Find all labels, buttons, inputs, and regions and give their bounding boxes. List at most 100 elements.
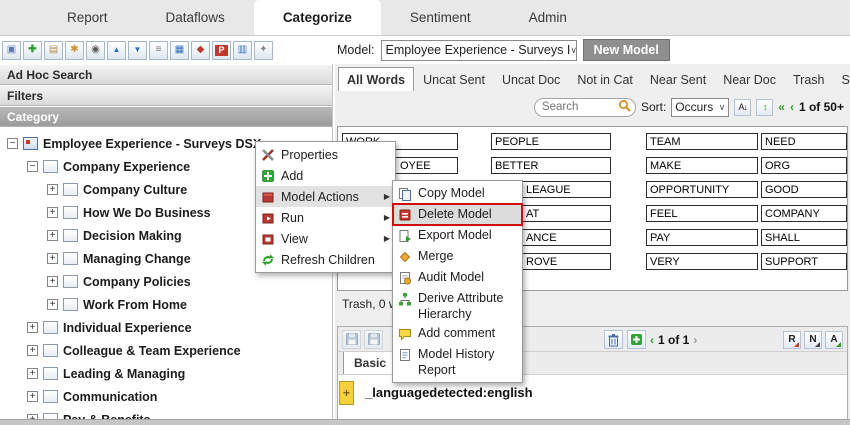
submenu-item-delete-model[interactable]: Delete Model xyxy=(393,204,522,225)
menu-item-view[interactable]: View ▶ xyxy=(256,228,395,249)
nav-tab-sentiment[interactable]: Sentiment xyxy=(381,0,500,35)
menu-item-add[interactable]: Add xyxy=(256,165,395,186)
submenu-item-audit-model[interactable]: Audit Model xyxy=(393,267,522,288)
word-chip[interactable]: GOOD xyxy=(761,181,847,198)
expand-icon[interactable]: + xyxy=(27,391,38,402)
word-chip[interactable]: FEEL xyxy=(646,205,758,222)
pager-first-icon[interactable]: « xyxy=(778,100,785,114)
submenu-item-export-model[interactable]: Export Model xyxy=(393,225,522,246)
nav-tab-categorize[interactable]: Categorize xyxy=(254,0,381,35)
table-icon[interactable] xyxy=(170,41,189,60)
submenu-arrow-icon: ▶ xyxy=(384,234,390,243)
sidebar-section-filters[interactable]: Filters xyxy=(0,85,332,106)
submenu-item-model-history-report[interactable]: Model History Report xyxy=(393,344,522,379)
tab-near-doc[interactable]: Near Doc xyxy=(715,68,784,91)
word-chip[interactable]: PEOPLE xyxy=(491,133,611,150)
nav-tab-report[interactable]: Report xyxy=(38,0,137,35)
word-chip[interactable]: COMPANY xyxy=(761,205,847,222)
search-input[interactable] xyxy=(542,101,616,113)
expand-icon[interactable]: + xyxy=(47,230,58,241)
move-down-icon[interactable] xyxy=(128,41,147,60)
tab-structure[interactable]: Structure xyxy=(833,68,850,91)
trash-icon[interactable] xyxy=(604,330,623,349)
rating-a-button[interactable]: A xyxy=(825,331,843,349)
pdf-icon[interactable] xyxy=(212,41,231,60)
tree-item-leading-managing[interactable]: +Leading & Managing xyxy=(0,362,332,385)
word-chip[interactable]: NEED xyxy=(761,133,847,150)
model-select[interactable]: Employee Experience - Surveys I ∨ xyxy=(381,40,577,61)
menu-item-refresh-children[interactable]: Refresh Children xyxy=(256,249,395,270)
word-chip[interactable]: VERY xyxy=(646,253,758,270)
menu-item-run[interactable]: Run ▶ xyxy=(256,207,395,228)
add-comment-icon xyxy=(397,326,412,341)
collapse-icon[interactable]: − xyxy=(27,161,38,172)
menu-item-properties[interactable]: Properties xyxy=(256,144,395,165)
sidebar-section-ad-hoc-search[interactable]: Ad Hoc Search xyxy=(0,64,332,85)
doc-prev-icon[interactable]: ‹ xyxy=(650,333,654,347)
submenu-item-merge[interactable]: Merge xyxy=(393,246,522,267)
save-all-icon[interactable] xyxy=(364,330,383,349)
collapse-icon[interactable]: − xyxy=(7,138,18,149)
tree-item-individual-experience[interactable]: +Individual Experience xyxy=(0,316,332,339)
tree-item-work-from-home[interactable]: +Work From Home xyxy=(0,293,332,316)
word-chip[interactable]: ORG xyxy=(761,157,847,174)
submenu-item-add-comment[interactable]: Add comment xyxy=(393,323,522,344)
word-chip[interactable]: TEAM xyxy=(646,133,758,150)
word-chip[interactable]: MAKE xyxy=(646,157,758,174)
word-chip[interactable]: SHALL xyxy=(761,229,847,246)
sort-az-icon[interactable]: A↓ xyxy=(734,99,751,116)
view-icon[interactable] xyxy=(86,41,105,60)
expand-icon[interactable]: + xyxy=(27,322,38,333)
hierarchy-icon[interactable] xyxy=(149,41,168,60)
sort-select[interactable]: Occurs ∨ xyxy=(671,98,729,117)
publish-icon[interactable] xyxy=(65,41,84,60)
tab-uncat-doc[interactable]: Uncat Doc xyxy=(494,68,568,91)
new-model-button[interactable]: New Model xyxy=(583,39,670,61)
word-chip[interactable]: SUPPORT xyxy=(761,253,847,270)
sidebar-section-category[interactable]: Category xyxy=(0,106,332,127)
word-chip[interactable]: OPPORTUNITY xyxy=(646,181,758,198)
menu-item-model-actions[interactable]: Model Actions ▶ xyxy=(256,186,395,207)
tab-all-words[interactable]: All Words xyxy=(338,67,414,91)
doc-tab-basic[interactable]: Basic xyxy=(343,351,397,374)
nav-tab-dataflows[interactable]: Dataflows xyxy=(137,0,254,35)
expand-icon[interactable]: + xyxy=(47,184,58,195)
tree-item-communication[interactable]: +Communication xyxy=(0,385,332,408)
add-doc-icon[interactable] xyxy=(627,330,646,349)
search-icon[interactable] xyxy=(618,99,631,115)
tab-near-sent[interactable]: Near Sent xyxy=(642,68,714,91)
pager-prev-icon[interactable]: ‹ xyxy=(790,100,794,114)
expand-icon[interactable]: + xyxy=(47,207,58,218)
settings-icon[interactable] xyxy=(254,41,273,60)
tab-uncat-sent[interactable]: Uncat Sent xyxy=(415,68,493,91)
add-icon[interactable] xyxy=(23,41,42,60)
expand-icon[interactable]: + xyxy=(27,368,38,379)
expand-icon[interactable]: + xyxy=(47,276,58,287)
report-icon[interactable] xyxy=(233,41,252,60)
search-box[interactable] xyxy=(534,98,636,117)
submenu-item-copy-model[interactable]: Copy Model xyxy=(393,183,522,204)
sort-direction-icon[interactable]: ↕ xyxy=(756,99,773,116)
tree-item-colleague-team-experience[interactable]: +Colleague & Team Experience xyxy=(0,339,332,362)
tree-item-company-policies[interactable]: +Company Policies xyxy=(0,270,332,293)
move-up-icon[interactable] xyxy=(107,41,126,60)
submenu-item-derive-attribute-hierarchy[interactable]: Derive Attribute Hierarchy xyxy=(393,288,522,323)
submenu-arrow-icon: ▶ xyxy=(384,192,390,201)
expand-icon[interactable]: + xyxy=(27,345,38,356)
expand-icon[interactable]: + xyxy=(47,253,58,264)
tab-trash[interactable]: Trash xyxy=(785,68,833,91)
save-icon[interactable] xyxy=(342,330,361,349)
word-chip[interactable]: PAY xyxy=(646,229,758,246)
nav-tab-admin[interactable]: Admin xyxy=(500,0,596,35)
model-icon[interactable] xyxy=(191,41,210,60)
add-attribute-button[interactable]: + xyxy=(339,381,354,405)
tab-not-in-cat[interactable]: Not in Cat xyxy=(569,68,641,91)
rating-r-button[interactable]: R xyxy=(783,331,801,349)
save-icon[interactable] xyxy=(2,41,21,60)
expand-icon[interactable]: + xyxy=(47,299,58,310)
doc-next-icon[interactable]: › xyxy=(693,333,697,347)
word-chip[interactable]: BETTER xyxy=(491,157,611,174)
rating-n-button[interactable]: N xyxy=(804,331,822,349)
bottom-scrollbar[interactable] xyxy=(0,419,850,425)
copy-icon[interactable] xyxy=(44,41,63,60)
